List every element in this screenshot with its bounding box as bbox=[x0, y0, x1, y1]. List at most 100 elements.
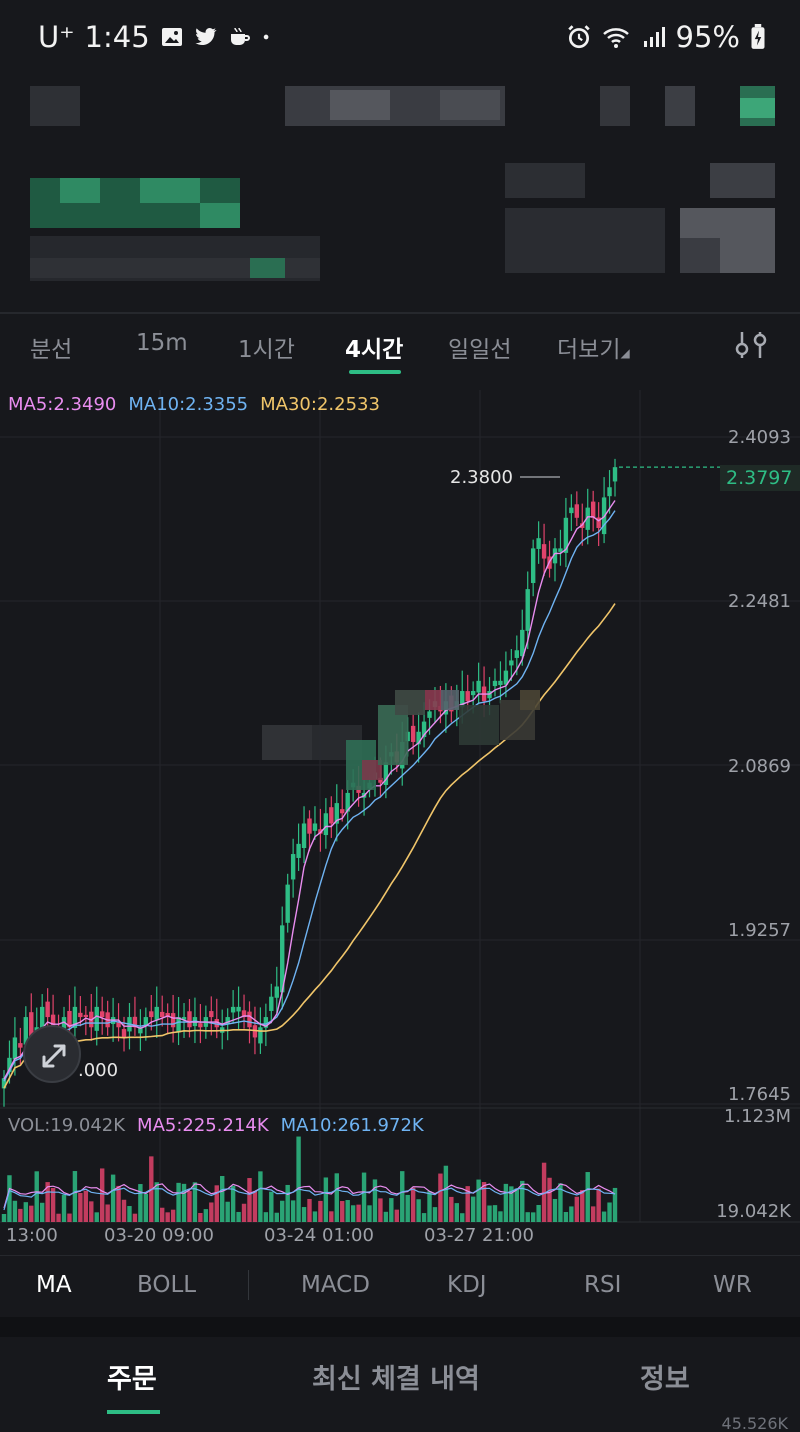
tab-daily[interactable]: 일일선 bbox=[448, 330, 511, 364]
status-right: 95% bbox=[566, 20, 766, 54]
volume-bar bbox=[23, 1202, 29, 1222]
volume-bar bbox=[247, 1178, 252, 1222]
volume-bar bbox=[236, 1211, 241, 1222]
candle-body bbox=[498, 680, 503, 686]
tab-info[interactable]: 정보 bbox=[640, 1357, 690, 1396]
candle-body bbox=[410, 725, 416, 742]
volume-bar bbox=[138, 1184, 143, 1222]
volume-bar bbox=[329, 1211, 334, 1222]
volume-bar bbox=[263, 1212, 269, 1222]
volume-bar bbox=[209, 1202, 214, 1222]
volume-bar bbox=[400, 1171, 405, 1222]
volume-bar bbox=[443, 1165, 449, 1222]
high-price-marker: 2.3800 bbox=[450, 467, 513, 488]
indicator-macd[interactable]: MACD bbox=[301, 1272, 370, 1298]
volume-bar bbox=[350, 1205, 356, 1222]
status-left: U⁺ 1:45 bbox=[38, 20, 276, 54]
censored-market-header bbox=[0, 78, 800, 313]
gallery-icon bbox=[161, 28, 182, 46]
candle-body bbox=[258, 1027, 263, 1044]
candle-body bbox=[99, 1011, 105, 1018]
volume-bar bbox=[590, 1206, 596, 1222]
volume-bar bbox=[361, 1172, 367, 1222]
volume-bar bbox=[301, 1207, 307, 1222]
volume-bar bbox=[214, 1185, 219, 1222]
volume-bar bbox=[470, 1196, 476, 1222]
volume-bar bbox=[345, 1200, 350, 1222]
volume-bar bbox=[18, 1208, 23, 1222]
candle-body bbox=[236, 1006, 241, 1012]
signal-icon bbox=[643, 27, 665, 47]
volume-ma5: MA5:225.214K bbox=[137, 1115, 269, 1136]
candle-body bbox=[470, 691, 476, 696]
tab-recent-trades[interactable]: 최신 체결 내역 bbox=[312, 1357, 480, 1396]
volume-bar bbox=[50, 1187, 56, 1222]
censored-chart-block bbox=[520, 690, 540, 710]
volume-bar bbox=[383, 1211, 389, 1222]
candle-body bbox=[149, 1011, 154, 1018]
ma30-legend: MA30:2.2533 bbox=[260, 394, 380, 415]
volume-bar bbox=[503, 1183, 509, 1222]
time-tick: 03-27 21:00 bbox=[424, 1225, 534, 1246]
volume-bar bbox=[389, 1198, 394, 1222]
volume-current-label: 19.042K bbox=[716, 1201, 791, 1222]
indicator-ma[interactable]: MA bbox=[36, 1272, 72, 1298]
candle-body bbox=[530, 548, 536, 584]
tab-minute-line[interactable]: 분선 bbox=[30, 330, 72, 364]
candle-body bbox=[290, 854, 296, 880]
volume-bar bbox=[94, 1212, 99, 1222]
candle-body bbox=[285, 884, 290, 923]
censored-block bbox=[250, 258, 285, 278]
indicator-tabs: MA BOLL MACD KDJ RSI WR bbox=[0, 1255, 800, 1317]
indicator-kdj[interactable]: KDJ bbox=[447, 1272, 487, 1298]
time-tick: 03-24 01:00 bbox=[264, 1225, 374, 1246]
volume-bar bbox=[132, 1213, 138, 1222]
censored-block bbox=[505, 163, 585, 198]
candle-body bbox=[83, 1014, 89, 1018]
price-tick: 2.4093 bbox=[728, 427, 791, 448]
indicator-separator bbox=[248, 1270, 249, 1300]
volume-bar bbox=[187, 1191, 192, 1222]
coffee-icon bbox=[230, 27, 250, 45]
censored-block bbox=[30, 86, 80, 126]
candle-body bbox=[94, 1006, 99, 1031]
indicator-wr[interactable]: WR bbox=[713, 1272, 752, 1298]
volume-bar bbox=[110, 1174, 116, 1222]
volume-bar bbox=[274, 1212, 279, 1222]
candle-body bbox=[476, 680, 481, 693]
volume-bar bbox=[89, 1201, 94, 1222]
candle-body bbox=[427, 711, 432, 718]
tab-15m[interactable]: 15m bbox=[136, 330, 188, 356]
censored-chart-block bbox=[262, 725, 312, 760]
volume-bar bbox=[574, 1196, 580, 1222]
indicator-rsi[interactable]: RSI bbox=[584, 1272, 621, 1298]
tab-more[interactable]: 더보기◢ bbox=[557, 330, 630, 364]
chart-settings-icon[interactable] bbox=[734, 330, 770, 360]
price-tick: 1.7645 bbox=[728, 1084, 791, 1105]
volume-bar bbox=[225, 1201, 230, 1222]
volume-bar bbox=[585, 1172, 590, 1222]
alarm-icon bbox=[567, 25, 590, 49]
censored-chart-block bbox=[425, 690, 443, 710]
candle-body bbox=[607, 487, 612, 497]
tab-1h[interactable]: 1시간 bbox=[238, 330, 295, 364]
volume-bar bbox=[596, 1188, 601, 1222]
wifi-icon bbox=[602, 28, 629, 48]
indicator-boll[interactable]: BOLL bbox=[137, 1272, 196, 1298]
censored-block bbox=[60, 178, 100, 203]
volume-bar bbox=[252, 1191, 258, 1222]
censored-block bbox=[200, 203, 240, 228]
tab-more-label: 더보기 bbox=[557, 337, 621, 363]
candle-body bbox=[230, 1006, 236, 1013]
censored-block bbox=[740, 98, 775, 118]
candle-body bbox=[160, 1011, 165, 1018]
tab-order[interactable]: 주문 bbox=[107, 1357, 157, 1396]
volume-bar bbox=[170, 1209, 176, 1222]
volume-bar bbox=[525, 1212, 530, 1222]
volume-bar bbox=[416, 1199, 421, 1222]
time-tick: 03-20 09:00 bbox=[104, 1225, 214, 1246]
fullscreen-button[interactable] bbox=[23, 1025, 81, 1083]
volume-bar bbox=[536, 1204, 541, 1222]
volume-bar bbox=[56, 1213, 61, 1222]
tab-4h[interactable]: 4시간 bbox=[345, 330, 403, 364]
